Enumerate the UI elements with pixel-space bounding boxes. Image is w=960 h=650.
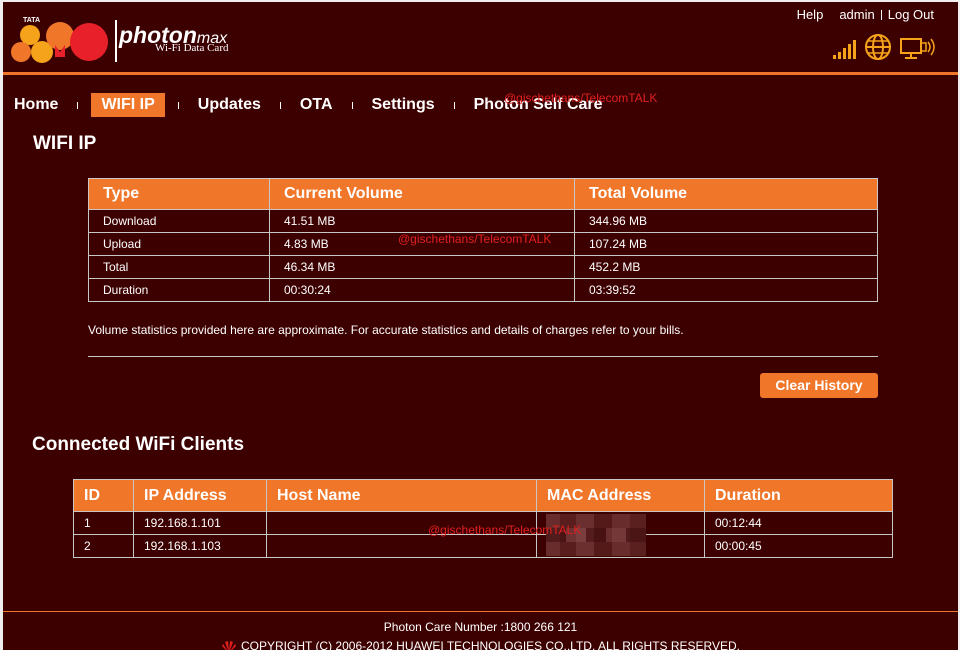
- table-cell: Duration: [88, 278, 270, 302]
- table-cell: 46.34 MB: [269, 255, 575, 279]
- nav-separator: [279, 101, 281, 109]
- watermark-text: @gischethans/TelecomTALK: [398, 232, 552, 246]
- signal-bars-icon: [833, 40, 856, 59]
- header-divider: [3, 72, 958, 75]
- table-row: Total 46.34 MB 452.2 MB: [88, 255, 878, 279]
- table-row: Download 41.51 MB 344.96 MB: [88, 209, 878, 233]
- table-cell: 41.51 MB: [269, 209, 575, 233]
- user-link[interactable]: admin: [839, 7, 874, 22]
- table-cell: 192.168.1.101: [133, 511, 267, 535]
- table-cell: Total: [88, 255, 270, 279]
- nav-updates[interactable]: Updates: [192, 93, 267, 117]
- section-divider: [88, 356, 878, 357]
- watermark-text: @gischethans/TelecomTALK: [504, 91, 658, 105]
- nav-separator: [351, 101, 353, 109]
- clients-table: ID IP Address Host Name MAC Address Dura…: [73, 479, 893, 558]
- table-cell: 107.24 MB: [574, 232, 878, 256]
- table-header-row: ID IP Address Host Name MAC Address Dura…: [73, 479, 893, 512]
- column-header: Host Name: [266, 479, 537, 512]
- table-cell: 1: [73, 511, 134, 535]
- nav-separator: [77, 101, 79, 109]
- watermark-text: @gischethans/TelecomTALK: [428, 523, 582, 537]
- volume-note: Volume statistics provided here are appr…: [88, 323, 684, 337]
- column-header: ID: [73, 479, 134, 512]
- brand-divider: [115, 20, 117, 62]
- column-header: Total Volume: [574, 178, 878, 210]
- column-header: Current Volume: [269, 178, 575, 210]
- table-cell: 2: [73, 534, 134, 558]
- logout-link[interactable]: Log Out: [888, 7, 934, 22]
- footer-divider: [3, 611, 958, 612]
- table-cell: 192.168.1.103: [133, 534, 267, 558]
- nav-wifi-ip[interactable]: WIFI IP: [91, 93, 165, 117]
- table-cell: 00:30:24: [269, 278, 575, 302]
- nav-home[interactable]: Home: [8, 93, 64, 117]
- copyright-text: COPYRIGHT (C) 2006-2012 HUAWEI TECHNOLOG…: [240, 639, 741, 650]
- table-cell: [266, 534, 537, 558]
- photon-dashboard: TATA photonmax Wi-Fi Data Card Help admi…: [3, 2, 958, 650]
- link-separator: [880, 9, 882, 20]
- nav-settings[interactable]: Settings: [366, 93, 441, 117]
- brand-subtitle: Wi-Fi Data Card: [155, 42, 229, 54]
- top-links: Help admin Log Out: [797, 7, 934, 22]
- table-cell: Upload: [88, 232, 270, 256]
- table-cell: 344.96 MB: [574, 209, 878, 233]
- tata-docomo-logo: TATA: [11, 17, 108, 63]
- clear-history-button[interactable]: Clear History: [760, 373, 878, 398]
- globe-icon: [865, 34, 891, 60]
- column-header: Type: [88, 178, 270, 210]
- copyright: COPYRIGHT (C) 2006-2012 HUAWEI TECHNOLOG…: [3, 639, 958, 650]
- table-header-row: Type Current Volume Total Volume: [88, 178, 878, 210]
- table-cell: Download: [88, 209, 270, 233]
- care-number: Photon Care Number :1800 266 121: [383, 620, 578, 634]
- nav-separator: [453, 101, 455, 109]
- logo-tata-text: TATA: [23, 17, 40, 24]
- table-cell: 452.2 MB: [574, 255, 878, 279]
- column-header: MAC Address: [536, 479, 705, 512]
- column-header: Duration: [704, 479, 893, 512]
- device-connection-icon: [900, 38, 935, 59]
- help-link[interactable]: Help: [797, 7, 824, 22]
- huawei-logo-icon: [221, 640, 236, 650]
- table-cell: 00:00:45: [704, 534, 893, 558]
- nav-separator: [177, 101, 179, 109]
- clients-section-title: Connected WiFi Clients: [32, 434, 245, 455]
- browser-frame: TATA photonmax Wi-Fi Data Card Help admi…: [0, 0, 960, 650]
- table-row: 2 192.168.1.103 00:00:45: [73, 534, 893, 558]
- table-cell: 03:39:52: [574, 278, 878, 302]
- table-cell: 00:12:44: [704, 511, 893, 535]
- page-title: WIFI IP: [33, 133, 97, 154]
- nav-ota[interactable]: OTA: [294, 93, 339, 117]
- status-icons: [832, 34, 936, 60]
- table-row: Duration 00:30:24 03:39:52: [88, 278, 878, 302]
- column-header: IP Address: [133, 479, 267, 512]
